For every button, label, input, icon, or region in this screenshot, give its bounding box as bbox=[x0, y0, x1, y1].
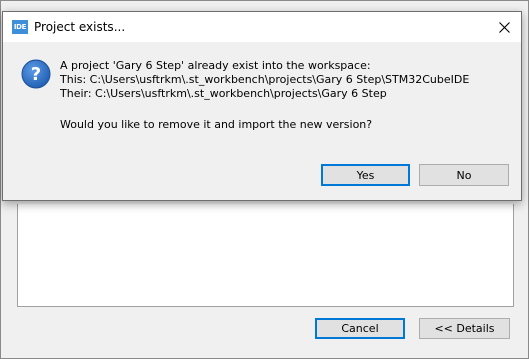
message-line-1: A project 'Gary 6 Step' already exist in… bbox=[60, 59, 371, 72]
details-button[interactable]: << Details bbox=[419, 318, 510, 339]
no-button[interactable]: No bbox=[419, 164, 509, 186]
yes-button[interactable]: Yes bbox=[321, 164, 410, 186]
dialog-titlebar: IDE Project exists... bbox=[3, 12, 521, 42]
close-icon bbox=[498, 21, 510, 33]
svg-text:?: ? bbox=[31, 64, 41, 85]
close-button[interactable] bbox=[487, 12, 521, 42]
cancel-button[interactable]: Cancel bbox=[315, 318, 405, 339]
question-icon: ? bbox=[21, 59, 51, 89]
message-line-3: Their: C:\Users\usftrkm\.st_workbench\pr… bbox=[60, 87, 387, 100]
parent-list-area[interactable] bbox=[17, 204, 514, 307]
message-line-4: Would you like to remove it and import t… bbox=[60, 118, 373, 131]
ide-app-icon: IDE bbox=[12, 20, 28, 34]
dialog-title: Project exists... bbox=[34, 20, 126, 34]
message-line-2: This: C:\Users\usftrkm\.st_workbench\pro… bbox=[60, 73, 470, 86]
project-exists-dialog: IDE Project exists... ? A project 'Gary … bbox=[2, 11, 522, 201]
